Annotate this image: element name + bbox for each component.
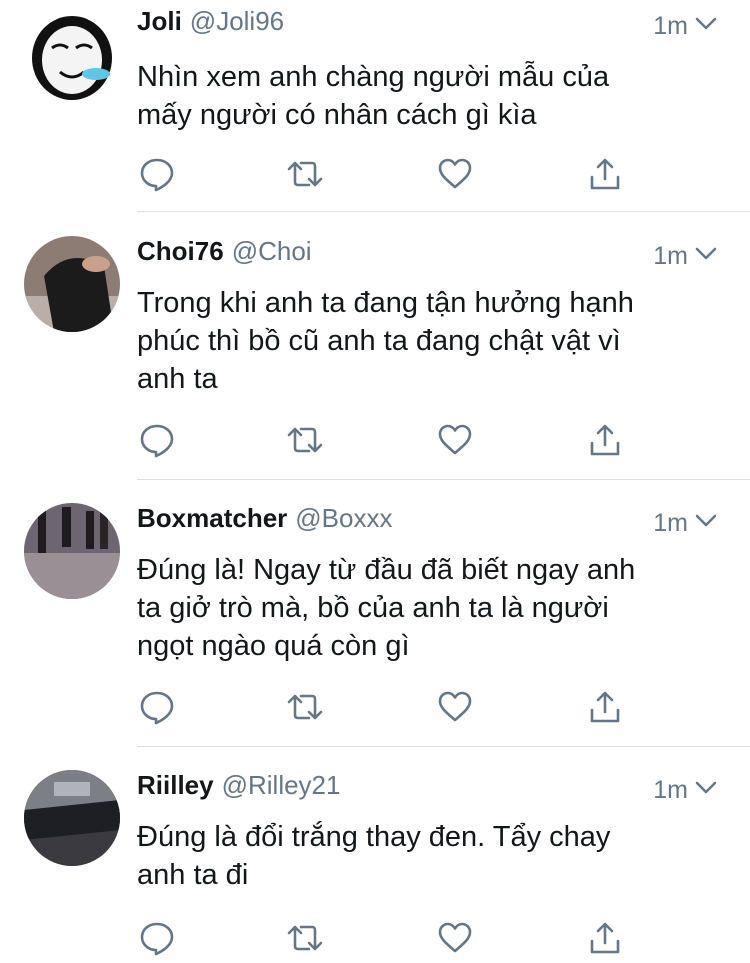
share-button[interactable]	[585, 154, 625, 194]
reply-icon	[140, 424, 174, 458]
retweet-button[interactable]	[285, 420, 325, 460]
tweet-actions	[137, 687, 637, 727]
reply-icon	[140, 691, 174, 725]
like-button[interactable]	[435, 420, 475, 460]
user-handle[interactable]: @Choi	[232, 236, 312, 267]
user-handle[interactable]: @Boxxx	[295, 503, 392, 534]
reply-button[interactable]	[137, 420, 177, 460]
display-name[interactable]: Joli	[137, 6, 182, 37]
retweet-button[interactable]	[285, 687, 325, 727]
avatar-photo	[24, 503, 120, 599]
divider	[137, 746, 750, 747]
reply-icon	[140, 922, 174, 956]
reply-button[interactable]	[137, 154, 177, 194]
divider	[137, 211, 750, 212]
retweet-button[interactable]	[285, 918, 325, 958]
tweet-text: Nhìn xem anh chàng người mẫu của mấy ngư…	[137, 58, 717, 134]
timestamp: 1m	[653, 508, 688, 537]
tweet-actions	[137, 420, 637, 460]
heart-icon	[438, 922, 472, 953]
avatar[interactable]	[24, 8, 120, 104]
tweet-text-line: anh ta	[137, 363, 218, 395]
display-name[interactable]: Riilley	[137, 770, 214, 801]
chevron-down-icon[interactable]	[694, 780, 718, 801]
avatar[interactable]	[24, 770, 120, 866]
like-button[interactable]	[435, 687, 475, 727]
avatar-photo	[24, 770, 120, 866]
tweet-joli[interactable]: Joli @Joli96 1m Nhìn xem anh chàng người…	[0, 6, 750, 216]
chevron-down-icon[interactable]	[694, 16, 718, 37]
tweet-text: Trong khi anh ta đang tận hưởng hạnh phú…	[137, 284, 717, 398]
like-button[interactable]	[435, 154, 475, 194]
share-button[interactable]	[585, 687, 625, 727]
tweet-text-line: mấy người có nhân cách gì kìa	[137, 99, 537, 131]
reply-icon	[140, 158, 174, 192]
avatar[interactable]	[24, 236, 120, 332]
retweet-icon	[287, 427, 323, 453]
retweet-button[interactable]	[285, 154, 325, 194]
tweet-text-line: Nhìn xem anh chàng người mẫu của	[137, 61, 610, 93]
share-icon	[590, 922, 620, 954]
divider	[137, 479, 750, 480]
user-handle[interactable]: @Joli96	[190, 6, 284, 37]
share-button[interactable]	[585, 420, 625, 460]
tweet-text-line: ta giở trò mà, bồ của anh ta là người	[137, 592, 609, 624]
retweet-icon	[287, 694, 323, 720]
tweet-text-line: Trong khi anh ta đang tận hưởng hạnh	[137, 287, 634, 319]
tweet-text-line: Đúng là! Ngay từ đầu đã biết ngay anh	[137, 554, 636, 586]
share-icon	[590, 158, 620, 190]
tweet-text-line: phúc thì bồ cũ anh ta đang chật vật vì	[137, 325, 621, 357]
tweet-text-line: Đúng là đổi trắng thay đen. Tẩy chay	[137, 821, 611, 853]
timestamp: 1m	[653, 11, 688, 40]
tweet-actions	[137, 918, 637, 958]
timestamp: 1m	[653, 775, 688, 804]
tweet-text-line: anh ta đi	[137, 859, 249, 891]
tweet-feed: Joli @Joli96 1m Nhìn xem anh chàng người…	[0, 0, 750, 963]
chevron-down-icon[interactable]	[694, 246, 718, 267]
tweet-text: Đúng là đổi trắng thay đen. Tẩy chay anh…	[137, 818, 717, 894]
display-name[interactable]: Choi76	[137, 236, 224, 267]
share-icon	[590, 424, 620, 456]
tweet-boxmatcher[interactable]: Boxmatcher @Boxxx 1m Đúng là! Ngay từ đầ…	[0, 503, 750, 753]
reply-button[interactable]	[137, 687, 177, 727]
tweet-riilley[interactable]: Riilley @Rilley21 1m Đúng là đổi trắng t…	[0, 770, 750, 963]
avatar-photo	[24, 236, 120, 332]
reply-button[interactable]	[137, 918, 177, 958]
heart-icon	[438, 691, 472, 722]
heart-icon	[438, 424, 472, 455]
share-button[interactable]	[585, 918, 625, 958]
heart-icon	[438, 158, 472, 189]
like-button[interactable]	[435, 918, 475, 958]
retweet-icon	[287, 925, 323, 951]
share-icon	[590, 691, 620, 723]
tweet-text: Đúng là! Ngay từ đầu đã biết ngay anh ta…	[137, 551, 717, 665]
chevron-down-icon[interactable]	[694, 513, 718, 534]
retweet-icon	[287, 161, 323, 187]
tweet-actions	[137, 154, 637, 194]
timestamp: 1m	[653, 241, 688, 270]
display-name[interactable]: Boxmatcher	[137, 503, 287, 534]
user-handle[interactable]: @Rilley21	[222, 770, 341, 801]
tweet-text-line: ngọt ngào quá còn gì	[137, 630, 410, 662]
avatar[interactable]	[24, 503, 120, 599]
tweet-choi76[interactable]: Choi76 @Choi 1m Trong khi anh ta đang tậ…	[0, 236, 750, 486]
avatar-meme-face	[24, 8, 120, 104]
